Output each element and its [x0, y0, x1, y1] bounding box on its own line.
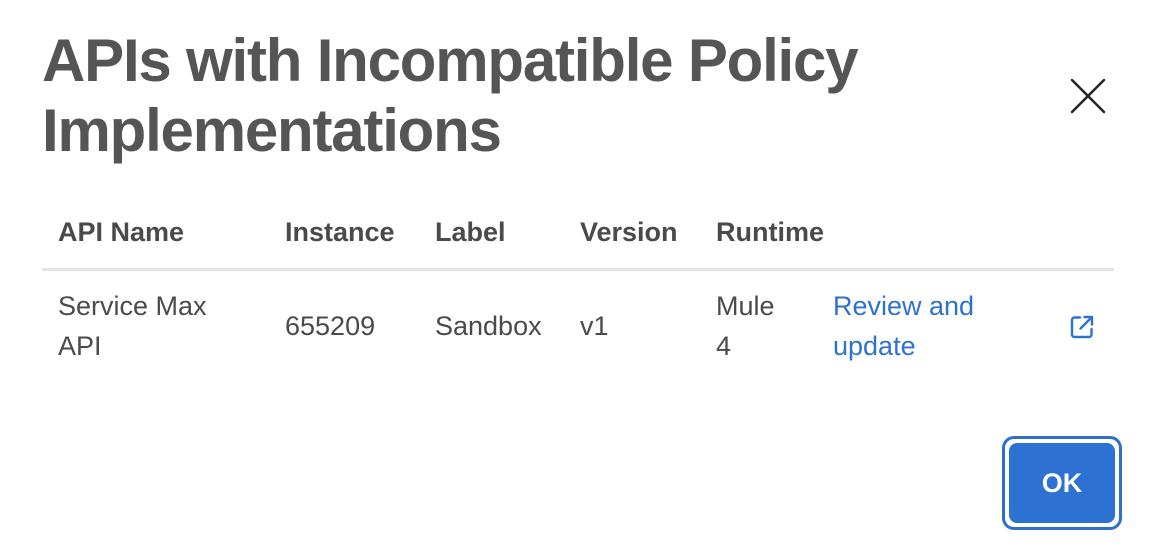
- incompatible-policies-dialog: APIs with Incompatible Policy Implementa…: [0, 0, 1170, 560]
- ok-button-label: OK: [1009, 443, 1115, 523]
- column-header-instance: Instance: [285, 217, 395, 247]
- table-row: Service Max API 655209 Sandbox v1 Mule 4…: [42, 271, 1114, 381]
- column-header-label: Label: [435, 217, 506, 247]
- api-table: API Name Instance Label Version Runtime …: [42, 206, 1114, 381]
- open-external-button[interactable]: [1069, 314, 1095, 340]
- column-header-runtime: Runtime: [716, 217, 824, 247]
- cell-version: v1: [580, 311, 609, 341]
- review-and-update-link[interactable]: Review and update: [833, 286, 1023, 366]
- cell-instance: 655209: [285, 311, 376, 341]
- column-header-api-name: API Name: [58, 217, 185, 247]
- close-button[interactable]: [1066, 74, 1110, 118]
- cell-api-name: Service Max API: [58, 291, 207, 361]
- external-link-icon: [1069, 314, 1095, 340]
- ok-button[interactable]: OK: [1002, 436, 1122, 530]
- cell-runtime: Mule 4: [716, 291, 775, 361]
- cell-label: Sandbox: [435, 311, 542, 341]
- dialog-title: APIs with Incompatible Policy Implementa…: [42, 27, 859, 164]
- column-header-version: Version: [580, 217, 678, 247]
- close-icon: [1066, 74, 1110, 118]
- table-header: API Name Instance Label Version Runtime: [42, 206, 1114, 271]
